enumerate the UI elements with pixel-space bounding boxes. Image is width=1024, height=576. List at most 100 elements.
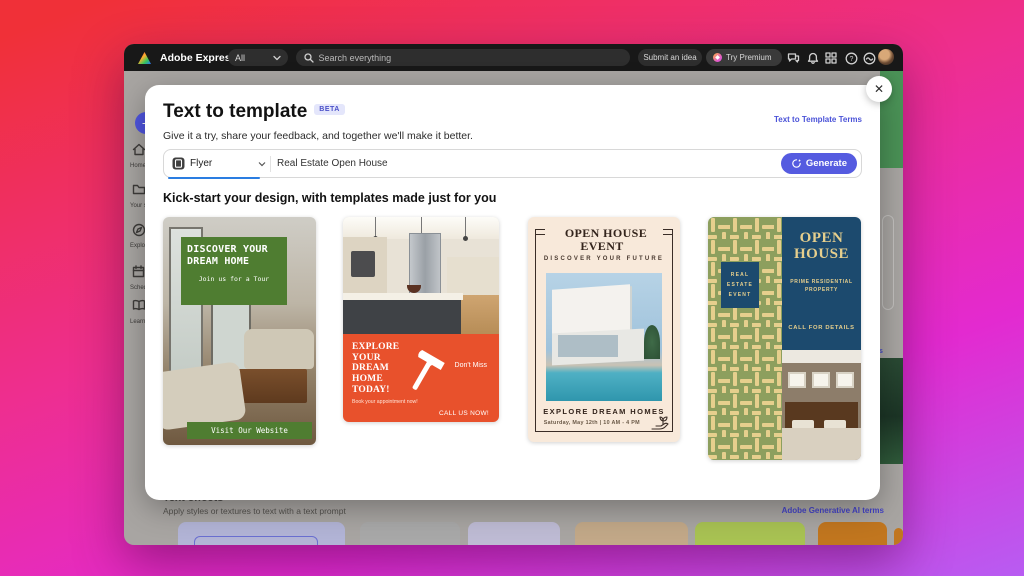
photo-window xyxy=(788,372,806,388)
folder-icon xyxy=(132,184,146,195)
generative-ai-terms-link[interactable]: Adobe Generative AI terms xyxy=(782,506,884,515)
template-headline: OPEN HOUSE xyxy=(793,230,849,262)
generate-label: Generate xyxy=(805,158,847,169)
global-search-bar[interactable] xyxy=(296,49,630,66)
modal-title: Text to template BETA xyxy=(163,101,345,123)
basketweave-pattern xyxy=(708,217,782,460)
template-cta: CALL FOR DETAILS xyxy=(788,325,855,331)
home-icon xyxy=(132,143,146,156)
text-effect-swatch[interactable] xyxy=(360,522,460,545)
help-icon[interactable]: ? xyxy=(844,51,858,65)
template-navy-panel: OPEN HOUSE PRIME RESIDENTIAL PROPERTY CA… xyxy=(782,217,861,350)
creative-cloud-icon[interactable] xyxy=(862,51,876,65)
photo-modern-house xyxy=(546,273,662,401)
text-to-template-modal: Text to template BETA Text to Template Te… xyxy=(145,85,880,500)
template-cta: CALL US NOW! xyxy=(439,410,489,417)
close-icon[interactable]: ✕ xyxy=(866,76,892,102)
template-pattern-panel: REAL ESTATE EVENT xyxy=(708,217,782,460)
scrollbar[interactable] xyxy=(882,215,894,310)
photo-island-counter xyxy=(343,293,463,300)
photo-pendant-light xyxy=(373,217,378,241)
photo-island xyxy=(343,300,461,336)
notifications-bell-icon[interactable] xyxy=(806,51,820,65)
beta-badge: BETA xyxy=(314,104,345,115)
photo-cabinets xyxy=(447,257,499,295)
apps-grid-icon[interactable] xyxy=(824,51,838,65)
premium-diamond-icon: ◆ xyxy=(713,53,722,62)
submit-idea-label: Submit an idea xyxy=(643,53,697,62)
svg-text:?: ? xyxy=(849,56,853,63)
hammer-icon xyxy=(412,350,445,390)
photo-house-glass xyxy=(558,335,618,357)
brand-title: Adobe Express xyxy=(160,51,237,64)
template-tag: Don't Miss xyxy=(454,362,487,369)
photo-window xyxy=(836,372,854,388)
template-subtext: PRIME RESIDENTIAL PROPERTY xyxy=(790,279,853,293)
submit-idea-button[interactable]: Submit an idea xyxy=(638,49,702,66)
user-avatar[interactable] xyxy=(878,49,894,65)
template-card-explore-dream-home[interactable]: EXPLORE YOUR DREAM HOME TODAY! Book your… xyxy=(343,217,499,422)
template-card-discover-dream-home[interactable]: DISCOVER YOUR DREAM HOME Join us for a T… xyxy=(163,217,316,445)
template-headline: OPEN HOUSE EVENT xyxy=(545,226,663,253)
search-scope-value: All xyxy=(235,52,246,63)
book-icon xyxy=(132,299,146,311)
template-text-panel: OPEN HOUSE PRIME RESIDENTIAL PROPERTY CA… xyxy=(782,217,861,460)
modal-subtitle: Give it a try, share your feedback, and … xyxy=(163,130,473,142)
divider xyxy=(270,155,271,172)
templates-section-heading: Kick-start your design, with templates m… xyxy=(163,191,497,205)
adobe-express-logo-icon xyxy=(138,51,151,64)
try-premium-button[interactable]: ◆ Try Premium xyxy=(706,49,782,66)
calendar-icon xyxy=(132,265,145,278)
text-effect-preview-outline xyxy=(194,536,318,545)
photo-wall-strip xyxy=(782,350,861,363)
photo-palm xyxy=(644,325,660,359)
text-to-template-terms-link[interactable]: Text to Template Terms xyxy=(774,115,862,124)
photo-pendant-light xyxy=(463,217,468,241)
compass-icon xyxy=(132,223,146,237)
template-footer-text: Visit Our Website xyxy=(211,426,288,435)
text-effect-swatch[interactable] xyxy=(575,522,688,545)
app-topbar: Adobe Express All Submit an idea ◆ Try P… xyxy=(124,44,903,71)
chevron-down-icon xyxy=(273,55,281,60)
template-card-open-house-event[interactable]: OPEN HOUSE EVENT DISCOVER YOUR FUTURE EX… xyxy=(528,217,680,442)
chevron-down-icon xyxy=(258,161,266,166)
template-headline: EXPLORE YOUR DREAM HOME TODAY! xyxy=(352,342,400,395)
template-badge: REAL ESTATE EVENT xyxy=(721,262,759,308)
template-schedule: Saturday, May 12th | 10 AM - 4 PM xyxy=(543,420,640,426)
text-effect-swatch[interactable] xyxy=(468,522,560,545)
photo-window xyxy=(812,372,830,388)
template-subtext: Join us for a Tour xyxy=(198,275,270,283)
active-dropdown-underline xyxy=(168,176,260,179)
search-input[interactable] xyxy=(318,52,622,63)
generate-button[interactable]: Generate xyxy=(780,153,857,174)
template-subtext: Book your appointment now! xyxy=(352,399,418,405)
template-footer-bar: Visit Our Website xyxy=(187,422,312,439)
background-template-image-sliver xyxy=(880,358,903,464)
text-effect-swatch[interactable] xyxy=(178,522,345,545)
template-type-dropdown[interactable]: Flyer xyxy=(168,150,268,179)
search-scope-dropdown[interactable]: All xyxy=(228,49,288,66)
template-text-panel: EXPLORE YOUR DREAM HOME TODAY! Book your… xyxy=(343,334,499,422)
adobe-express-window: Adobe Express All Submit an idea ◆ Try P… xyxy=(124,44,903,545)
feedback-chat-icon[interactable] xyxy=(786,51,800,65)
photo-oven xyxy=(351,251,375,277)
search-icon xyxy=(304,52,314,63)
prompt-input[interactable] xyxy=(277,158,781,169)
template-headline-box: DISCOVER YOUR DREAM HOME Join us for a T… xyxy=(181,237,287,305)
text-effect-swatch-sliver xyxy=(894,528,903,545)
photo-bedroom xyxy=(782,350,861,460)
photo-bed xyxy=(782,428,861,460)
template-card-open-house-prime[interactable]: REAL ESTATE EVENT OPEN HOUSE PRIME RESID… xyxy=(708,217,861,460)
hand-with-plant-icon xyxy=(651,416,669,430)
try-premium-label: Try Premium xyxy=(726,53,772,62)
template-type-value: Flyer xyxy=(190,158,213,169)
generate-sparkle-icon xyxy=(792,159,801,168)
template-headline: DISCOVER YOUR DREAM HOME xyxy=(187,244,268,267)
text-effect-swatch[interactable] xyxy=(818,522,887,545)
text-effect-swatch[interactable] xyxy=(695,522,805,545)
photo-floor xyxy=(459,295,499,337)
flyer-icon xyxy=(172,157,185,170)
desktop-background: Adobe Express All Submit an idea ◆ Try P… xyxy=(0,0,1024,576)
modal-title-text: Text to template xyxy=(163,101,308,122)
prompt-bar: Flyer Generate xyxy=(163,149,862,179)
